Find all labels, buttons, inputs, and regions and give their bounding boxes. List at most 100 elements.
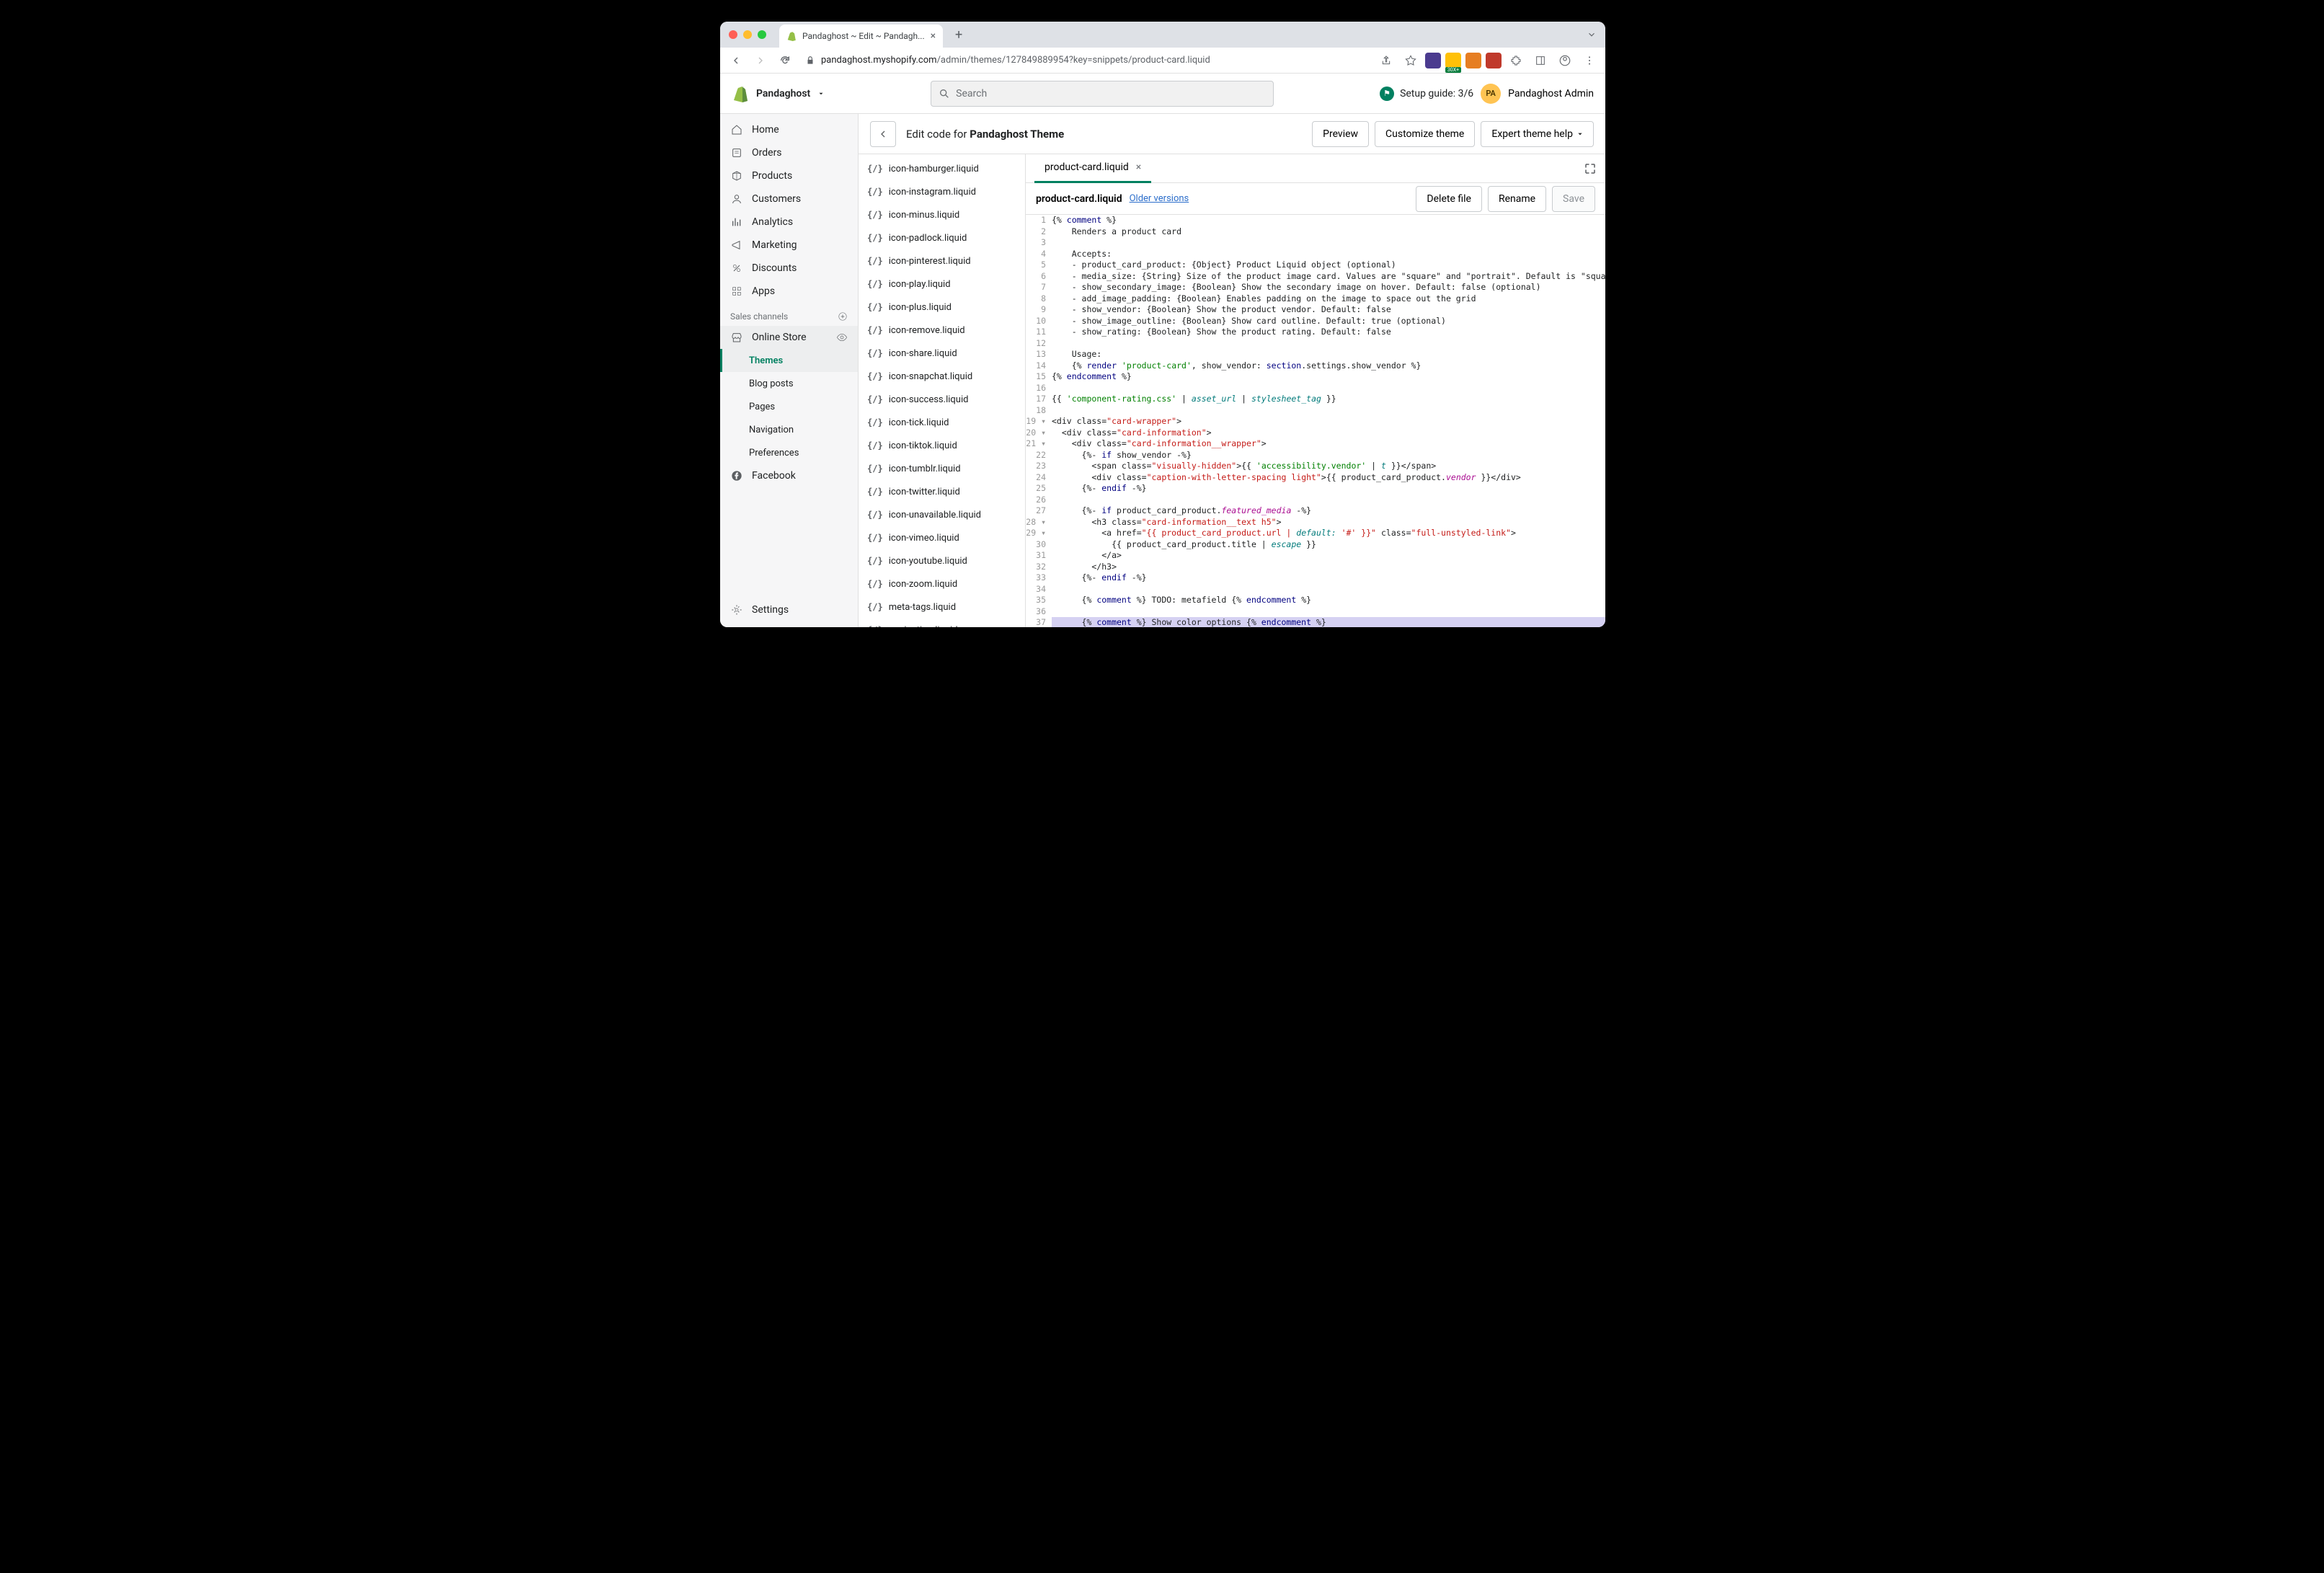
delete-file-button[interactable]: Delete file	[1416, 186, 1482, 212]
file-item[interactable]: {/}icon-youtube.liquid	[859, 549, 1025, 572]
liquid-file-icon: {/}	[867, 625, 883, 627]
admin-name[interactable]: Pandaghost Admin	[1508, 88, 1594, 99]
older-versions-link[interactable]: Older versions	[1130, 193, 1189, 204]
sidebar-subitem-navigation[interactable]: Navigation	[720, 418, 858, 441]
customize-theme-button[interactable]: Customize theme	[1375, 121, 1475, 147]
liquid-file-icon: {/}	[867, 233, 883, 243]
line-numbers: 12345678910111213141516171819 ▾20 ▾21 ▾2…	[1026, 215, 1052, 627]
file-item[interactable]: {/}icon-tumblr.liquid	[859, 457, 1025, 480]
fullscreen-button[interactable]	[1584, 162, 1597, 175]
bookmark-button[interactable]	[1401, 50, 1421, 71]
lock-icon	[805, 56, 815, 66]
add-channel-icon[interactable]	[838, 311, 848, 322]
store-name[interactable]: Pandaghost	[756, 88, 810, 99]
eye-icon[interactable]	[836, 332, 848, 343]
sidebar-item-facebook[interactable]: Facebook	[720, 464, 858, 487]
back-button[interactable]	[870, 121, 896, 147]
file-item[interactable]: {/}icon-zoom.liquid	[859, 572, 1025, 595]
liquid-file-icon: {/}	[867, 487, 883, 497]
save-button[interactable]: Save	[1552, 186, 1595, 212]
file-tab-active[interactable]: product-card.liquid ×	[1034, 154, 1151, 183]
liquid-file-icon: {/}	[867, 348, 883, 358]
sidebar-item-apps[interactable]: Apps	[720, 280, 858, 303]
gear-icon	[730, 603, 743, 616]
search-input[interactable]: Search	[931, 81, 1274, 107]
maximize-window-button[interactable]	[758, 30, 766, 39]
code-content[interactable]: {% comment %} Renders a product card Acc…	[1052, 215, 1605, 627]
sidebar-item-marketing[interactable]: Marketing	[720, 234, 858, 257]
preview-button[interactable]: Preview	[1312, 121, 1369, 147]
forward-button[interactable]	[750, 50, 771, 71]
store-icon	[730, 331, 743, 344]
file-item[interactable]: {/}icon-minus.liquid	[859, 203, 1025, 226]
liquid-file-icon: {/}	[867, 510, 883, 520]
file-item[interactable]: {/}icon-padlock.liquid	[859, 226, 1025, 249]
sidebar-item-discounts[interactable]: Discounts	[720, 257, 858, 280]
profile-button[interactable]	[1555, 50, 1575, 71]
file-tree[interactable]: {/}icon-hamburger.liquid{/}icon-instagra…	[859, 154, 1026, 627]
tab-list-button[interactable]	[1587, 30, 1597, 40]
browser-tab-bar: Pandaghost ~ Edit ~ Pandagh... × +	[720, 22, 1605, 48]
file-item[interactable]: {/}icon-play.liquid	[859, 272, 1025, 296]
setup-guide[interactable]: ⚑ Setup guide: 3/6	[1380, 87, 1473, 101]
file-item[interactable]: {/}icon-share.liquid	[859, 342, 1025, 365]
browser-tab[interactable]: Pandaghost ~ Edit ~ Pandagh... ×	[779, 25, 943, 48]
share-button[interactable]	[1376, 50, 1396, 71]
sidebar-subitem-themes[interactable]: Themes	[720, 349, 858, 372]
sidebar-item-products[interactable]: Products	[720, 164, 858, 187]
sidebar-item-orders[interactable]: Orders	[720, 141, 858, 164]
menu-button[interactable]	[1579, 50, 1600, 71]
liquid-file-icon: {/}	[867, 164, 883, 174]
extension-lighthouse-icon[interactable]: 30X+	[1445, 53, 1461, 68]
discounts-icon	[730, 262, 743, 275]
file-item[interactable]: {/}icon-tiktok.liquid	[859, 434, 1025, 457]
file-item[interactable]: {/}meta-tags.liquid	[859, 595, 1025, 619]
side-panel-button[interactable]	[1530, 50, 1551, 71]
back-button[interactable]	[726, 50, 746, 71]
sidebar-item-customers[interactable]: Customers	[720, 187, 858, 211]
close-window-button[interactable]	[729, 30, 737, 39]
sidebar-item-online-store[interactable]: Online Store	[720, 326, 858, 349]
chevron-down-icon[interactable]	[817, 90, 825, 97]
file-item[interactable]: {/}icon-snapchat.liquid	[859, 365, 1025, 388]
file-item[interactable]: {/}icon-unavailable.liquid	[859, 503, 1025, 526]
liquid-file-icon: {/}	[867, 187, 883, 197]
rename-button[interactable]: Rename	[1488, 186, 1546, 212]
sidebar-subitem-preferences[interactable]: Preferences	[720, 441, 858, 464]
extension-icon[interactable]	[1425, 53, 1441, 68]
window-controls	[729, 30, 766, 39]
sidebar-item-analytics[interactable]: Analytics	[720, 211, 858, 234]
file-item[interactable]: {/}icon-tick.liquid	[859, 411, 1025, 434]
close-tab-icon[interactable]: ×	[1136, 161, 1141, 173]
file-item[interactable]: {/}icon-pinterest.liquid	[859, 249, 1025, 272]
extension-icon[interactable]	[1486, 53, 1502, 68]
file-item[interactable]: {/}icon-remove.liquid	[859, 319, 1025, 342]
file-name: product-card.liquid	[1036, 193, 1122, 205]
sidebar-subitem-blog-posts[interactable]: Blog posts	[720, 372, 858, 395]
code-editor[interactable]: 12345678910111213141516171819 ▾20 ▾21 ▾2…	[1026, 215, 1605, 627]
reload-button[interactable]	[775, 50, 795, 71]
home-icon	[730, 123, 743, 136]
file-item[interactable]: {/}icon-success.liquid	[859, 388, 1025, 411]
file-item[interactable]: {/}icon-plus.liquid	[859, 296, 1025, 319]
file-item[interactable]: {/}icon-hamburger.liquid	[859, 157, 1025, 180]
file-item[interactable]: {/}pagination.liquid	[859, 619, 1025, 627]
file-item[interactable]: {/}icon-twitter.liquid	[859, 480, 1025, 503]
expert-help-button[interactable]: Expert theme help	[1481, 121, 1594, 147]
file-item[interactable]: {/}icon-vimeo.liquid	[859, 526, 1025, 549]
products-icon	[730, 169, 743, 182]
new-tab-button[interactable]: +	[949, 25, 969, 45]
extensions-button[interactable]	[1506, 50, 1526, 71]
extension-icon[interactable]	[1465, 53, 1481, 68]
minimize-window-button[interactable]	[743, 30, 752, 39]
tab-close-icon[interactable]: ×	[931, 30, 936, 42]
shopify-logo-icon	[732, 85, 749, 102]
liquid-file-icon: {/}	[867, 440, 883, 451]
sidebar-subitem-pages[interactable]: Pages	[720, 395, 858, 418]
file-item[interactable]: {/}icon-instagram.liquid	[859, 180, 1025, 203]
sidebar-item-home[interactable]: Home	[720, 118, 858, 141]
sidebar-item-settings[interactable]: Settings	[720, 598, 858, 621]
url-bar[interactable]: pandaghost.myshopify.com/admin/themes/12…	[799, 55, 1372, 66]
avatar[interactable]: PA	[1481, 84, 1501, 104]
orders-icon	[730, 146, 743, 159]
